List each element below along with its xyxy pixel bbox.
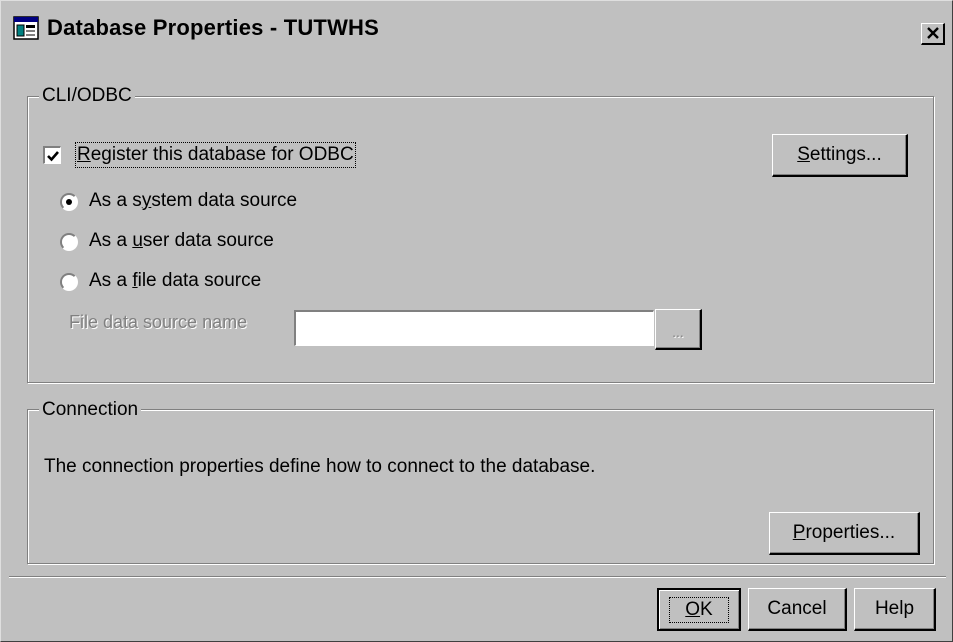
close-icon (926, 27, 939, 39)
register-odbc-label[interactable]: Register this database for ODBC (75, 142, 356, 168)
connection-description: The connection properties define how to … (44, 456, 596, 477)
system-data-source-radio[interactable] (60, 193, 78, 211)
settings-button[interactable]: Settings... (772, 134, 908, 177)
file-data-source-label[interactable]: As a file data source (89, 270, 261, 292)
database-window-icon (13, 16, 39, 40)
radio-label-pre: As a (89, 270, 133, 291)
dialog-window: Database Properties - TUTWHS CLI/ODBC Re… (0, 0, 953, 642)
ok-mnemonic: O (685, 598, 701, 620)
properties-button[interactable]: Properties... (769, 512, 920, 555)
cli-odbc-legend: CLI/ODBC (39, 85, 135, 107)
register-label-rest: egister this database for ODBC (90, 144, 354, 165)
file-data-source-radio[interactable] (60, 273, 78, 291)
radio-label-mnemonic: y (141, 190, 152, 211)
radio-label-post: ser data source (142, 230, 274, 251)
user-data-source-radio[interactable] (60, 233, 78, 251)
settings-rest: ettings... (809, 144, 882, 165)
close-button[interactable] (921, 23, 945, 45)
checkmark-icon (46, 150, 59, 161)
help-button[interactable]: Help (854, 588, 936, 631)
radio-selected-dot (66, 199, 72, 205)
properties-rest: roperties... (805, 522, 896, 543)
ok-rest: K (700, 598, 713, 620)
cancel-button[interactable]: Cancel (748, 588, 847, 631)
file-dsn-input[interactable] (294, 310, 654, 346)
radio-label-post: stem data source (151, 190, 298, 211)
ok-label: OK (669, 596, 729, 623)
system-data-source-label[interactable]: As a system data source (89, 190, 297, 212)
browse-button[interactable]: ... (655, 309, 702, 350)
file-dsn-label: File data source name (69, 312, 248, 332)
user-data-source-label[interactable]: As a user data source (89, 230, 274, 252)
radio-label-post: ile data source (137, 270, 262, 291)
footer-separator (9, 576, 946, 578)
title-bar[interactable]: Database Properties - TUTWHS (9, 9, 946, 49)
settings-mnemonic: S (797, 144, 810, 165)
mnemonic-r: R (77, 144, 91, 165)
properties-mnemonic: P (792, 522, 806, 543)
ok-button[interactable]: OK (657, 588, 741, 631)
radio-label-pre: As a (89, 230, 133, 251)
register-odbc-checkbox[interactable] (43, 146, 61, 164)
radio-label-mnemonic: u (132, 230, 143, 251)
radio-label-pre: As a s (89, 190, 142, 211)
connection-legend: Connection (39, 399, 142, 421)
window-title: Database Properties - TUTWHS (47, 15, 380, 40)
